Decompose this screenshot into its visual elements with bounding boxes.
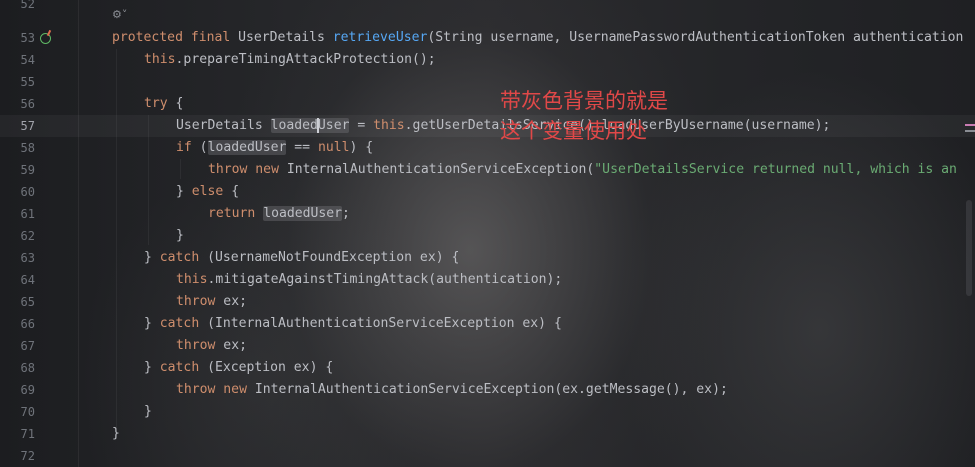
line-number: 61 bbox=[20, 207, 35, 221]
line-number: 68 bbox=[20, 361, 35, 375]
indent-guide bbox=[116, 49, 117, 429]
line-number: 69 bbox=[20, 383, 35, 397]
line-number: 64 bbox=[20, 273, 35, 287]
line-number: 53 bbox=[20, 31, 35, 45]
line-number: 56 bbox=[20, 97, 35, 111]
code-line-71[interactable]: } bbox=[112, 423, 120, 445]
indent-guide bbox=[148, 115, 149, 245]
code-vision-hint[interactable]: ⚙˅ bbox=[112, 8, 127, 21]
code-line-58[interactable]: if (loadedUser == null) { bbox=[176, 137, 373, 159]
line-number: 52 bbox=[20, 0, 35, 11]
variable-usage-highlight: loadedUser bbox=[263, 206, 343, 221]
code-line-61[interactable]: return loadedUser; bbox=[208, 203, 350, 225]
code-line-70[interactable]: } bbox=[144, 401, 152, 423]
line-number: 59 bbox=[20, 163, 35, 177]
line-number: 63 bbox=[20, 251, 35, 265]
code-line-66[interactable]: } catch (InternalAuthenticationServiceEx… bbox=[144, 313, 562, 335]
code-line-53[interactable]: protected final UserDetails retrieveUser… bbox=[112, 27, 963, 49]
code-line-63[interactable]: } catch (UsernameNotFoundException ex) { bbox=[144, 247, 459, 269]
line-number: 62 bbox=[20, 229, 35, 243]
code-line-68[interactable]: } catch (Exception ex) { bbox=[144, 357, 333, 379]
line-number: 66 bbox=[20, 317, 35, 331]
vertical-scrollbar[interactable] bbox=[966, 200, 972, 296]
code-line-64[interactable]: this.mitigateAgainstTimingAttack(authent… bbox=[176, 269, 562, 291]
code-line-65[interactable]: throw ex; bbox=[176, 291, 247, 313]
override-method-icon[interactable] bbox=[40, 33, 51, 44]
line-number: 55 bbox=[20, 75, 35, 89]
code-line-69[interactable]: throw new InternalAuthenticationServiceE… bbox=[176, 379, 728, 401]
line-number: 71 bbox=[20, 427, 35, 441]
line-number: 72 bbox=[20, 449, 35, 463]
code-line-59[interactable]: throw new InternalAuthenticationServiceE… bbox=[208, 159, 957, 181]
screenshot-annotation: 带灰色背景的就是 这个变量使用处 bbox=[500, 86, 668, 146]
method-name: retrieveUser bbox=[332, 30, 428, 45]
code-line-60[interactable]: } else { bbox=[176, 181, 239, 203]
variable-declaration-highlight: loadedUser bbox=[270, 118, 350, 133]
code-line-67[interactable]: throw ex; bbox=[176, 335, 247, 357]
line-number: 60 bbox=[20, 185, 35, 199]
line-number: 58 bbox=[20, 141, 35, 155]
line-number: 70 bbox=[20, 405, 35, 419]
line-number-current: 57 bbox=[20, 119, 35, 133]
line-number: 67 bbox=[20, 339, 35, 353]
error-stripe-marker[interactable] bbox=[965, 130, 975, 132]
indent-guide bbox=[180, 159, 181, 179]
variable-usage-highlight: loadedUser bbox=[207, 140, 287, 155]
code-line-62[interactable]: } bbox=[176, 225, 184, 247]
line-number: 54 bbox=[20, 53, 35, 67]
error-stripe-marker[interactable] bbox=[965, 124, 975, 126]
code-line-54[interactable]: this.prepareTimingAttackProtection(); bbox=[144, 49, 436, 71]
code-editor[interactable]: 52 53 54 55 56 57 58 59 60 61 62 63 64 6… bbox=[0, 0, 975, 467]
annotation-line-2: 这个变量使用处 bbox=[500, 119, 647, 143]
annotation-line-1: 带灰色背景的就是 bbox=[500, 89, 668, 113]
line-number: 65 bbox=[20, 295, 35, 309]
code-line-56[interactable]: try { bbox=[144, 93, 183, 115]
line-number-gutter[interactable]: 52 53 54 55 56 57 58 59 60 61 62 63 64 6… bbox=[0, 0, 79, 467]
